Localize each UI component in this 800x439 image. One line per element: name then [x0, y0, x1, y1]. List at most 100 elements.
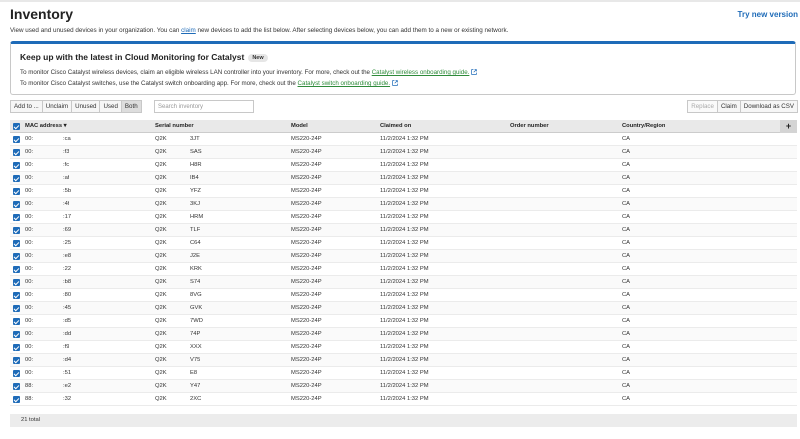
filter-unused[interactable]: Unused	[71, 100, 101, 113]
table-row[interactable]: 00::e8 Q2K J2E MS220-24P 11/2/2024 1:32 PM CA	[10, 250, 797, 263]
mac-prefix: 00:	[25, 175, 34, 181]
wireless-guide-link[interactable]: Catalyst wireless onboarding guide.	[372, 69, 470, 76]
serial-suffix: SAS	[190, 149, 202, 155]
table-row[interactable]: 00::22 Q2K KRK MS220-24P 11/2/2024 1:32 PM CA	[10, 263, 797, 276]
model-cell: MS220-24P	[291, 227, 322, 233]
table-row[interactable]: 00::80 Q2K 8VG MS220-24P 11/2/2024 1:32 PM CA	[10, 289, 797, 302]
row-checkbox[interactable]	[13, 370, 20, 377]
table-row[interactable]: 00::d4 Q2K V75 MS220-24P 11/2/2024 1:32 PM CA	[10, 354, 797, 367]
row-checkbox[interactable]	[13, 162, 20, 169]
table-row[interactable]: 00::f9 Q2K XXX MS220-24P 11/2/2024 1:32 PM CA	[10, 341, 797, 354]
claim-button[interactable]: Claim	[716, 100, 741, 113]
table-row[interactable]: 00::4f Q2K 3KJ MS220-24P 11/2/2024 1:32 PM CA	[10, 198, 797, 211]
model-cell: MS220-24P	[291, 344, 322, 350]
claimed-cell: 11/2/2024 1:32 PM	[380, 162, 429, 168]
mac-prefix: 00:	[25, 292, 34, 298]
country-cell: CA	[622, 214, 631, 220]
table-row[interactable]: 00::51 Q2K E8 MS220-24P 11/2/2024 1:32 PM CA	[10, 367, 797, 380]
mac-prefix: 00:	[25, 253, 34, 259]
row-checkbox[interactable]	[13, 227, 20, 234]
col-order[interactable]: Order number	[510, 120, 549, 133]
row-checkbox[interactable]	[13, 344, 20, 351]
row-checkbox[interactable]	[13, 292, 20, 299]
row-checkbox[interactable]	[13, 188, 20, 195]
claimed-cell: 11/2/2024 1:32 PM	[380, 240, 429, 246]
table-row[interactable]: 00::5b Q2K YFZ MS220-24P 11/2/2024 1:32 PM CA	[10, 185, 797, 198]
mac-prefix: 00:	[25, 240, 34, 246]
model-cell: MS220-24P	[291, 188, 322, 194]
country-cell: CA	[622, 149, 631, 155]
claimed-cell: 11/2/2024 1:32 PM	[380, 188, 429, 194]
table-row[interactable]: 00::ca Q2K 3JT MS220-24P 11/2/2024 1:32 PM CA	[10, 133, 797, 146]
table-row[interactable]: 00::d5 Q2K 7WD MS220-24P 11/2/2024 1:32 PM CA	[10, 315, 797, 328]
table-row[interactable]: 00::b8 Q2K S74 MS220-24P 11/2/2024 1:32 PM CA	[10, 276, 797, 289]
add-to-dropdown[interactable]: Add to ...	[10, 100, 43, 113]
table-row[interactable]: 00::f3 Q2K SAS MS220-24P 11/2/2024 1:32 PM CA	[10, 146, 797, 159]
table-row[interactable]: 00::25 Q2K C64 MS220-24P 11/2/2024 1:32 PM CA	[10, 237, 797, 250]
row-checkbox[interactable]	[13, 266, 20, 273]
row-checkbox[interactable]	[13, 279, 20, 286]
row-checkbox[interactable]	[13, 383, 20, 390]
top-divider	[0, 0, 800, 2]
row-checkbox[interactable]	[13, 396, 20, 403]
model-cell: MS220-24P	[291, 266, 322, 272]
unclaim-button[interactable]: Unclaim	[41, 100, 73, 113]
claimed-cell: 11/2/2024 1:32 PM	[380, 370, 429, 376]
row-checkbox[interactable]	[13, 240, 20, 247]
country-cell: CA	[622, 331, 631, 337]
filter-toolbar: Add to ... Unclaim Unused Used Both	[10, 100, 142, 113]
switch-guide-link[interactable]: Catalyst switch onboarding guide.	[298, 80, 391, 87]
col-model[interactable]: Model	[291, 120, 308, 133]
table-header: MAC address ▾ Serial number Model Claime…	[10, 120, 797, 133]
row-checkbox[interactable]	[13, 357, 20, 364]
model-cell: MS220-24P	[291, 201, 322, 207]
mac-suffix: :25	[63, 240, 72, 246]
row-checkbox[interactable]	[13, 175, 20, 182]
table-row[interactable]: 00::45 Q2K GVK MS220-24P 11/2/2024 1:32 PM CA	[10, 302, 797, 315]
mac-prefix: 00:	[25, 370, 34, 376]
table-row[interactable]: 00::dd Q2K 74P MS220-24P 11/2/2024 1:32 PM CA	[10, 328, 797, 341]
col-serial[interactable]: Serial number	[155, 120, 194, 133]
add-column-button[interactable]: +	[780, 120, 797, 133]
table-row[interactable]: 00::fc Q2K H8R MS220-24P 11/2/2024 1:32 PM CA	[10, 159, 797, 172]
row-checkbox[interactable]	[13, 318, 20, 325]
country-cell: CA	[622, 162, 631, 168]
select-all-checkbox[interactable]	[13, 123, 20, 130]
col-country[interactable]: Country/Region	[622, 120, 665, 133]
new-badge: New	[248, 54, 268, 62]
country-cell: CA	[622, 370, 631, 376]
row-checkbox[interactable]	[13, 214, 20, 221]
mac-prefix: 00:	[25, 318, 34, 324]
claim-link[interactable]: claim	[181, 27, 196, 34]
table-row[interactable]: 00::69 Q2K TLF MS220-24P 11/2/2024 1:32 PM CA	[10, 224, 797, 237]
row-checkbox[interactable]	[13, 201, 20, 208]
replace-button[interactable]: Replace	[687, 100, 718, 113]
intro-text: View used and unused devices in your org…	[10, 27, 508, 34]
row-checkbox[interactable]	[13, 149, 20, 156]
row-checkbox[interactable]	[13, 253, 20, 260]
row-checkbox[interactable]	[13, 136, 20, 143]
model-cell: MS220-24P	[291, 318, 322, 324]
search-input[interactable]: Search inventory	[154, 100, 254, 113]
filter-both[interactable]: Both	[120, 100, 142, 113]
col-mac[interactable]: MAC address ▾	[25, 120, 67, 133]
col-claimed[interactable]: Claimed on	[380, 120, 411, 133]
table-row[interactable]: 88::e2 Q2K Y47 MS220-24P 11/2/2024 1:32 PM CA	[10, 380, 797, 393]
claimed-cell: 11/2/2024 1:32 PM	[380, 253, 429, 259]
row-checkbox[interactable]	[13, 305, 20, 312]
country-cell: CA	[622, 175, 631, 181]
claimed-cell: 11/2/2024 1:32 PM	[380, 344, 429, 350]
intro-before: View used and unused devices in your org…	[10, 27, 182, 34]
try-new-version-link[interactable]: Try new version	[738, 10, 798, 19]
table-row[interactable]: 00::17 Q2K HRM MS220-24P 11/2/2024 1:32 PM CA	[10, 211, 797, 224]
serial-prefix: Q2K	[155, 227, 167, 233]
table-row[interactable]: 00::af Q2K IB4 MS220-24P 11/2/2024 1:32 PM CA	[10, 172, 797, 185]
row-checkbox[interactable]	[13, 331, 20, 338]
download-csv-button[interactable]: Download as CSV	[739, 100, 798, 113]
filter-used[interactable]: Used	[99, 100, 122, 113]
serial-prefix: Q2K	[155, 396, 167, 402]
table-row[interactable]: 88::32 Q2K 2XC MS220-24P 11/2/2024 1:32 PM CA	[10, 393, 797, 406]
serial-prefix: Q2K	[155, 357, 167, 363]
serial-prefix: Q2K	[155, 370, 167, 376]
serial-suffix: TLF	[190, 227, 201, 233]
